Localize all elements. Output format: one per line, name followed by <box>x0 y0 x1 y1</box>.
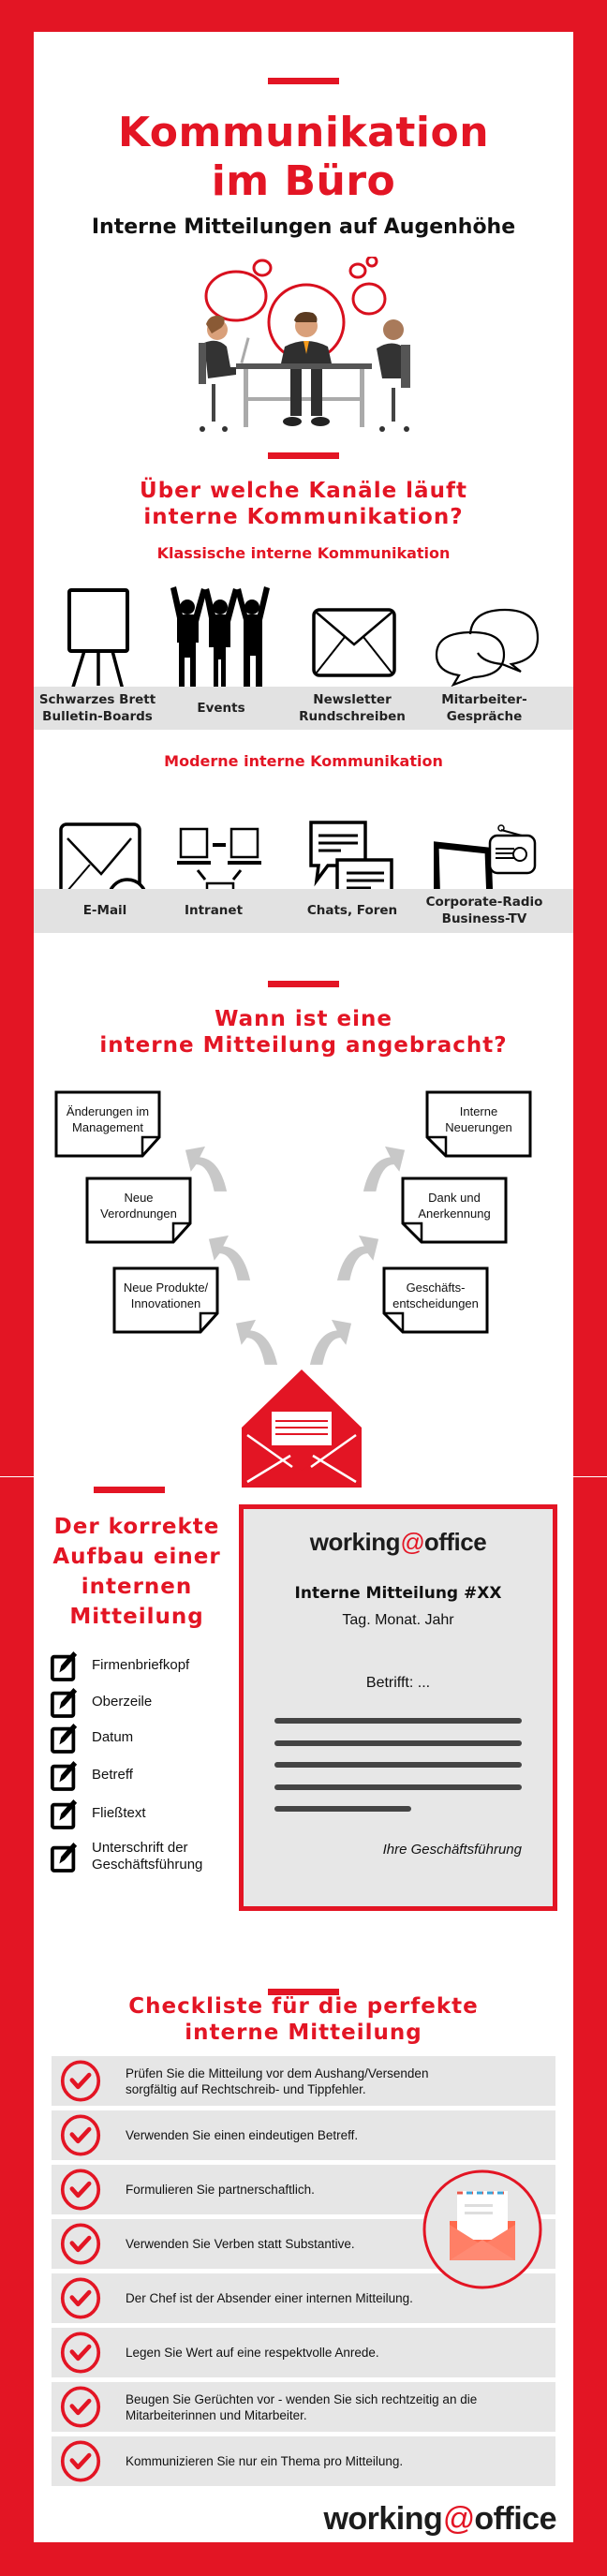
accent-bar <box>268 981 339 987</box>
footer-logo: working@office <box>323 2501 556 2537</box>
checklist-item-text: Verwenden Sie einen eindeutigen Betreff. <box>126 2128 359 2142</box>
check-circle-icon <box>60 2439 101 2483</box>
edit-checkbox-icon <box>51 1758 79 1792</box>
text-placeholder-line <box>274 1740 522 1746</box>
occasion-note: Geschäfts-entscheidungen <box>382 1266 489 1334</box>
channels-heading: Über welche Kanäle läuft interne Kommuni… <box>34 478 573 530</box>
accent-bar <box>268 78 339 84</box>
channel-label-events: Events <box>197 701 245 716</box>
classic-labels-band: Schwarzes Brett Bulletin-Boards Events Ne… <box>34 687 573 730</box>
letter-date: Tag. Monat. Jahr <box>342 1612 454 1628</box>
text-placeholder-line <box>274 1718 522 1724</box>
channel-label-bulletin-board: Schwarzes Brett Bulletin-Boards <box>38 692 156 724</box>
letter-logo: working@office <box>309 1528 487 1556</box>
checklist-item-text: Beugen Sie Gerüchten vor - wenden Sie si… <box>126 2391 478 2422</box>
occasion-note: Neue Produkte/Innovationen <box>112 1266 219 1334</box>
heading-line: Mitteilung <box>69 1605 204 1629</box>
modern-heading: Moderne interne Kommunikation <box>164 752 443 770</box>
people-cheering-icon <box>170 586 270 691</box>
envelope-icon <box>312 608 396 677</box>
text-placeholder-line <box>274 1762 522 1768</box>
text-placeholder-line <box>274 1806 411 1812</box>
title-line-2: im Büro <box>211 157 396 205</box>
channel-label-email: E-Mail <box>82 903 127 918</box>
structure-heading: Der korrekte Aufbau einer internen Mitte… <box>52 1512 221 1632</box>
easel-board-icon <box>67 588 129 694</box>
heading-line: internen <box>81 1575 193 1599</box>
heading-line: Über welche Kanäle läuft <box>140 479 467 503</box>
occasion-note: Interne Neuerungen <box>425 1090 532 1158</box>
check-circle-icon <box>60 2222 101 2266</box>
envelope-letter-icon <box>422 2169 542 2289</box>
curved-arrow-icon <box>184 1137 229 1195</box>
occasion-note: Änderungen im Management <box>54 1090 161 1158</box>
checklist-heading: Checkliste für die perfekte interne Mitt… <box>34 1993 573 2046</box>
curved-arrow-icon <box>308 1310 353 1369</box>
check-circle-icon <box>60 2385 101 2429</box>
meeting-illustration <box>199 257 410 432</box>
occasion-note: Dank und Anerkennung <box>401 1177 508 1244</box>
checklist-item: Beugen Sie Gerüchten vor - wenden Sie si… <box>52 2382 555 2432</box>
modern-labels-band: E-Mail Intranet Chats, Foren Corporate-R… <box>34 889 573 933</box>
curved-arrow-icon <box>335 1226 380 1284</box>
letter-template: working@office Interne Mitteilung #XX Ta… <box>239 1504 557 1911</box>
checklist-item-text: Legen Sie Wert auf eine respektvolle Anr… <box>126 2346 379 2360</box>
channel-label-chats: Chats, Foren <box>306 903 398 918</box>
accent-bar <box>94 1487 165 1493</box>
page-title: Kommunikation im Büro <box>34 109 573 206</box>
check-circle-icon <box>60 2331 101 2375</box>
checklist-item: Prüfen Sie die Mitteilung vor dem Aushan… <box>52 2056 555 2106</box>
infographic-panel: Kommunikation im Büro Interne Mitteilung… <box>34 32 573 2542</box>
occasion-note: Neue Verordnungen <box>85 1177 192 1244</box>
structure-item: Firmenbriefkopf <box>51 1649 189 1682</box>
channel-label-newsletter: Newsletter Rundschreiben <box>299 692 406 724</box>
edit-checkbox-icon <box>51 1649 79 1682</box>
checklist-item-text: Kommunizieren Sie nur ein Thema pro Mitt… <box>126 2454 404 2468</box>
check-circle-icon <box>60 2276 101 2320</box>
letter-title: Interne Mitteilung #XX <box>294 1584 502 1603</box>
checklist-item-text: Prüfen Sie die Mitteilung vor dem Aushan… <box>126 2065 429 2096</box>
heading-line: Der korrekte <box>53 1515 220 1539</box>
channel-label-radio-tv: Corporate-Radio Business-TV <box>425 895 543 926</box>
edit-checkbox-icon <box>51 1797 79 1830</box>
heading-line: interne Mitteilung angebracht? <box>99 1033 508 1058</box>
heading-line: Checkliste für die perfekte <box>128 1994 479 2019</box>
occasions-heading: Wann ist eine interne Mitteilung angebra… <box>34 1006 573 1059</box>
open-envelope-icon <box>242 1369 362 1488</box>
edit-checkbox-icon <box>51 1840 79 1873</box>
checklist-item: Legen Sie Wert auf eine respektvolle Anr… <box>52 2328 555 2377</box>
heading-line: Aufbau einer <box>52 1545 221 1569</box>
heading-line: Wann ist eine <box>215 1007 392 1031</box>
structure-item: Betreff <box>51 1758 133 1792</box>
text-placeholder-line <box>274 1784 522 1790</box>
heading-line: interne Mitteilung <box>185 2021 422 2045</box>
channel-label-employee-talks: Mitarbeiter- Gespräche <box>441 692 527 724</box>
accent-bar <box>268 452 339 459</box>
speech-bubbles-icon <box>435 608 540 688</box>
letter-subject: Betrifft: ... <box>365 1675 431 1691</box>
structure-item: Fließtext <box>51 1797 146 1830</box>
edit-checkbox-icon <box>51 1721 79 1754</box>
page-subtitle: Interne Mitteilungen auf Augenhöhe <box>91 215 516 239</box>
checklist-item: Verwenden Sie einen eindeutigen Betreff. <box>52 2110 555 2160</box>
check-circle-icon <box>60 2059 101 2103</box>
heading-line: interne Kommunikation? <box>143 505 464 529</box>
edit-checkbox-icon <box>51 1685 79 1719</box>
structure-item: Unterschrift der Geschäftsführung <box>51 1840 202 1873</box>
curved-arrow-icon <box>207 1226 252 1284</box>
check-circle-icon <box>60 2168 101 2212</box>
title-line-1: Kommunikation <box>117 109 490 156</box>
structure-item: Oberzeile <box>51 1685 152 1719</box>
check-circle-icon <box>60 2113 101 2157</box>
checklist-item: Kommunizieren Sie nur ein Thema pro Mitt… <box>52 2436 555 2486</box>
curved-arrow-icon <box>234 1310 279 1369</box>
channel-label-intranet: Intranet <box>184 903 244 918</box>
classic-heading: Klassische interne Kommunikation <box>156 544 451 562</box>
letter-signature: Ihre Geschäftsführung <box>382 1842 522 1858</box>
structure-item: Datum <box>51 1721 133 1754</box>
curved-arrow-icon <box>362 1137 407 1195</box>
